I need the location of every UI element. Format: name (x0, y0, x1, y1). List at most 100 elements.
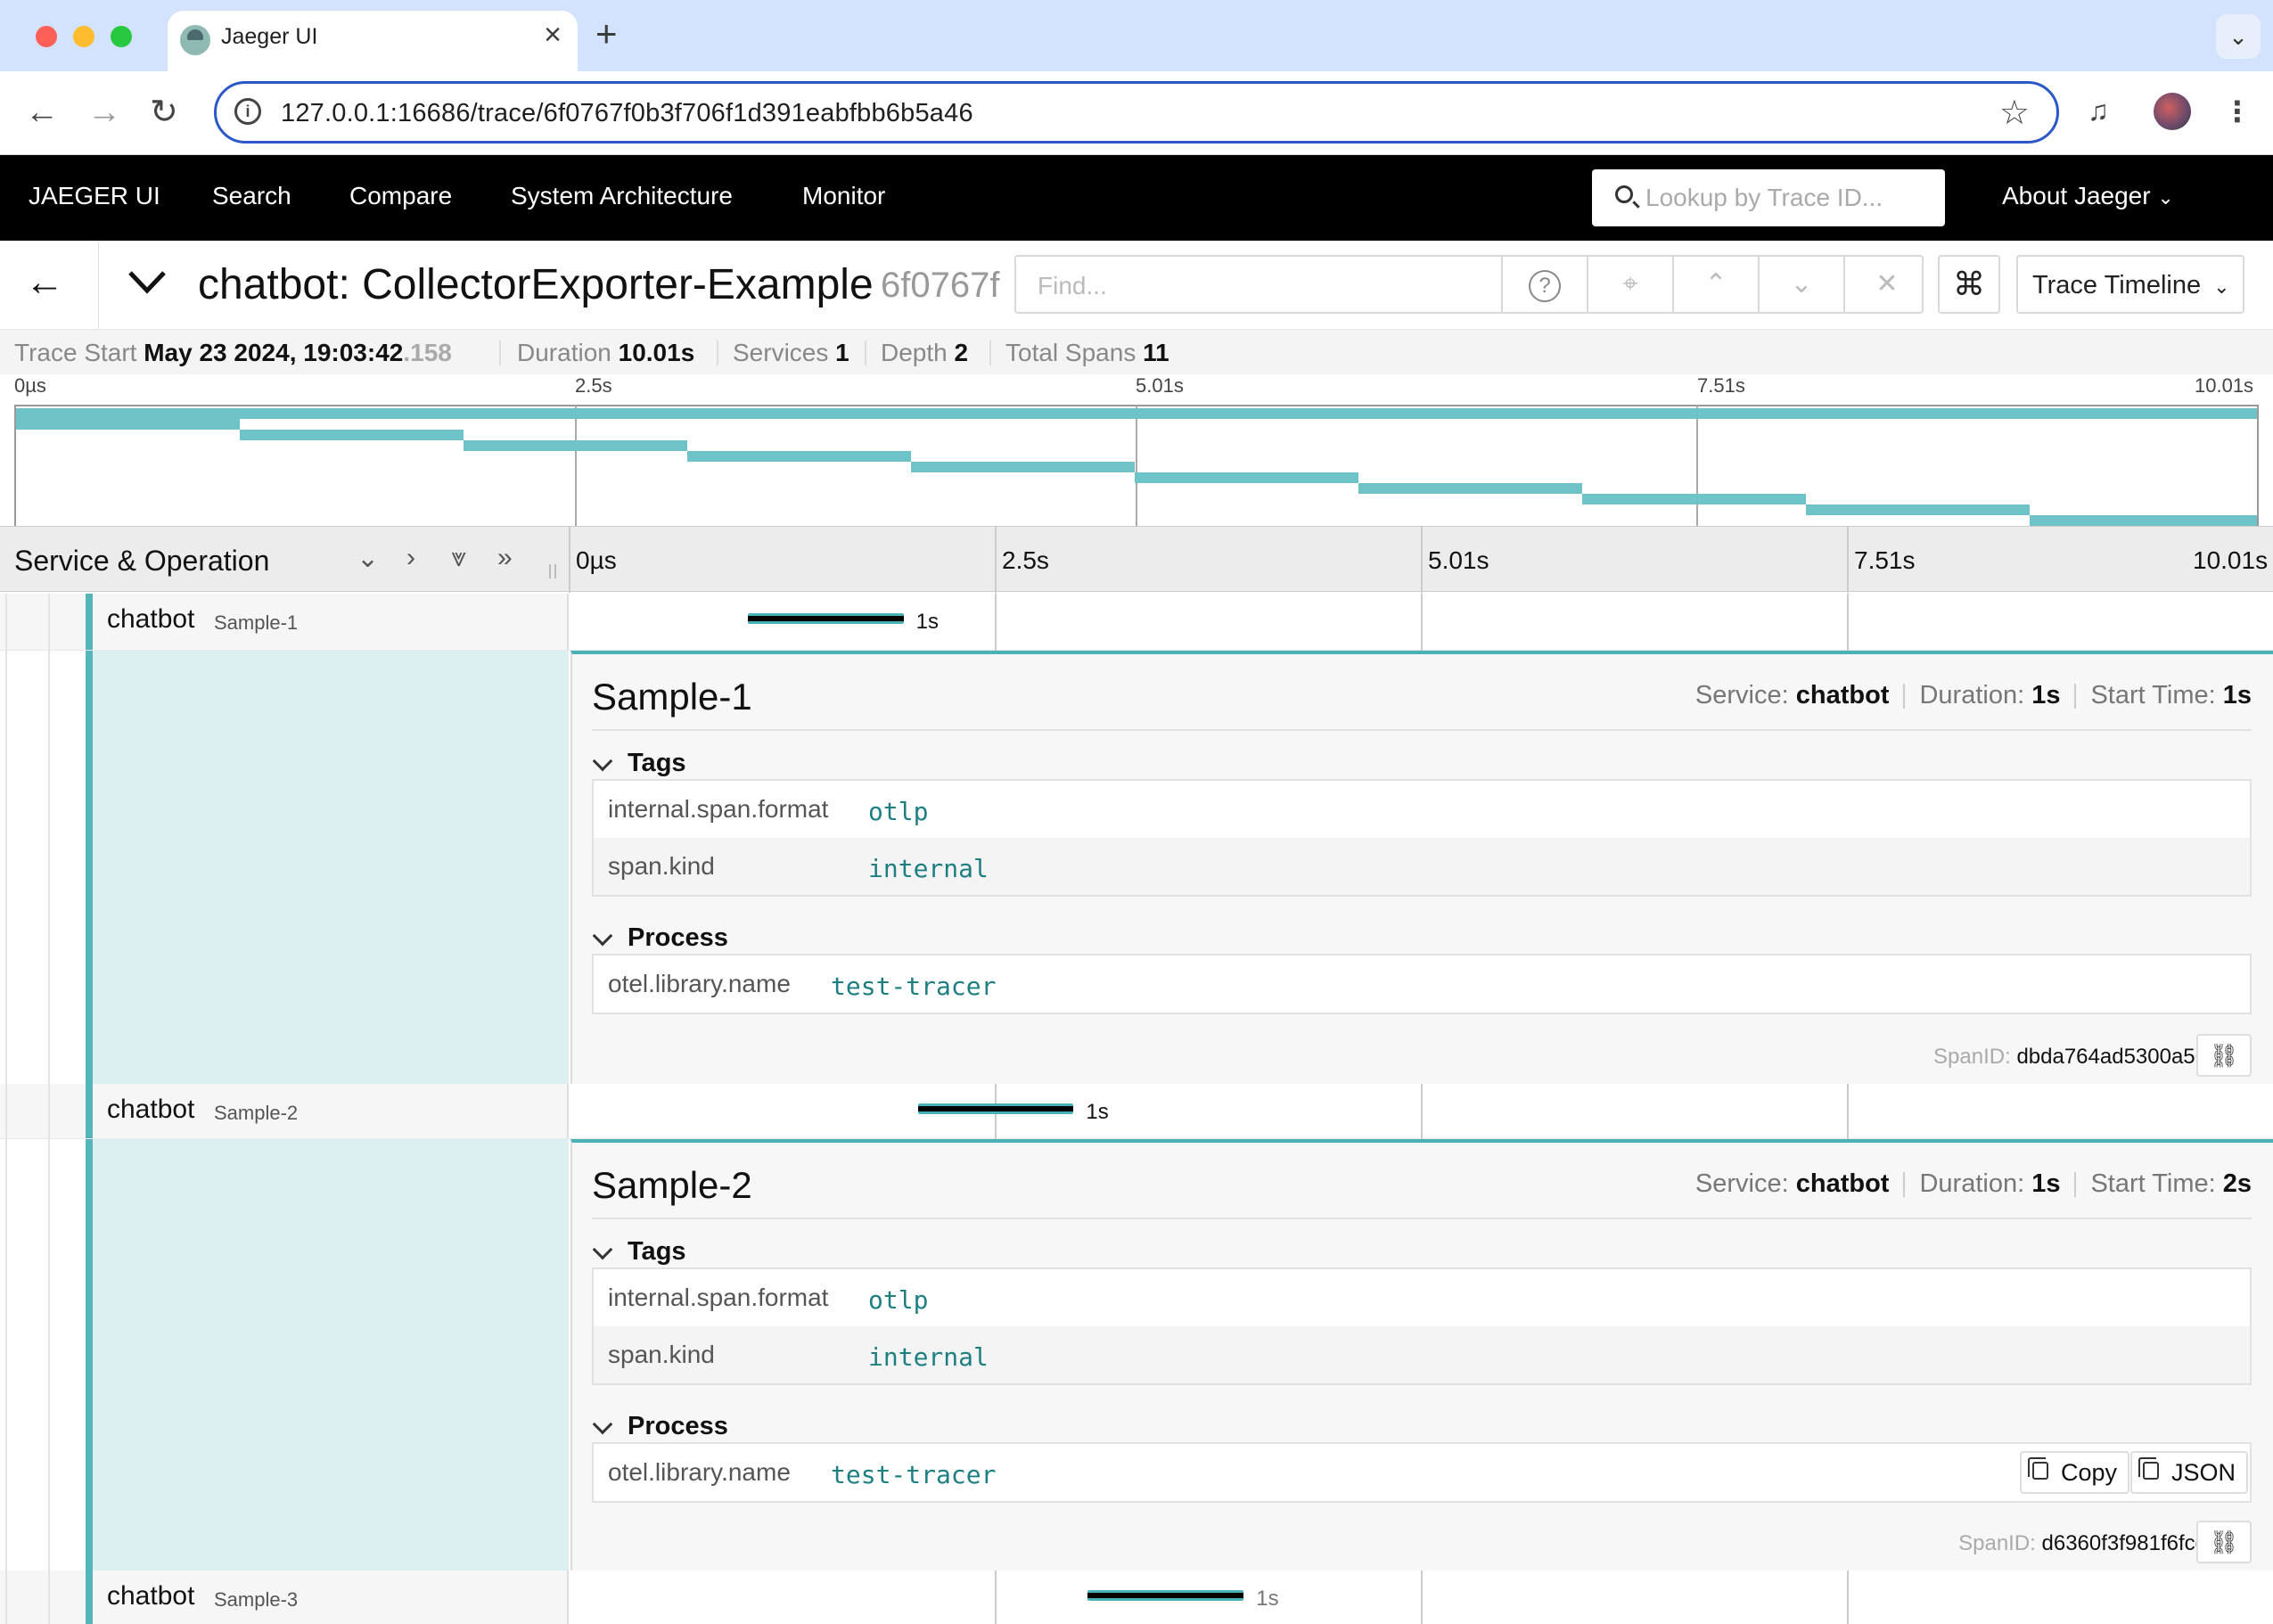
view-mode-label: Trace Timeline (2032, 271, 2202, 299)
duration-meta-value: 1s (2031, 1169, 2061, 1198)
maximize-window-button[interactable] (111, 26, 132, 47)
link-icon[interactable]: ⛓ (2196, 1521, 2252, 1563)
address-bar[interactable]: i 127.0.0.1:16686/trace/6f0767f0b3f706f1… (214, 81, 2059, 144)
tags-section-toggle[interactable]: Tags (592, 1237, 686, 1267)
forward-arrow-icon[interactable]: → (87, 93, 121, 132)
span-detail-meta: Service: chatbot Duration: 1s Start Time: … (1695, 681, 2252, 710)
span-row[interactable]: chatbot Sample-3 1s (0, 1571, 2273, 1624)
about-jaeger-label: About Jaeger (2002, 182, 2151, 209)
clear-search-icon[interactable]: ✕ (1843, 257, 1929, 312)
minimap-span-bar (911, 462, 1135, 472)
about-jaeger-dropdown[interactable]: About Jaeger ⌄ (2002, 182, 2174, 210)
nav-monitor[interactable]: Monitor (802, 182, 885, 210)
span-bar[interactable] (747, 613, 904, 624)
reload-icon[interactable]: ↻ (150, 93, 178, 132)
column-divider (569, 527, 570, 593)
timeline-gridline (995, 594, 997, 651)
chevron-down-icon (592, 751, 613, 772)
chevron-down-icon[interactable] (125, 258, 169, 303)
back-arrow-icon[interactable]: ← (25, 93, 59, 132)
search-icon (1615, 185, 1633, 203)
next-match-icon[interactable]: ⌄ (1758, 257, 1843, 312)
prev-match-icon[interactable]: ⌃ (1672, 257, 1758, 312)
find-placeholder: Find... (1038, 272, 1107, 299)
new-tab-button[interactable]: + (595, 12, 618, 55)
jaeger-brand-link[interactable]: JAEGER UI (29, 182, 160, 210)
nav-search[interactable]: Search (212, 182, 291, 210)
tab-search-chevron-icon[interactable]: ⌄ (2216, 14, 2261, 59)
expand-all-icon[interactable]: » (497, 543, 513, 573)
span-detail-panel: Sample-1 Service: chatbot Duration: 1s Sta… (570, 651, 2273, 1084)
timeline-tick: 2.5s (1002, 546, 1049, 574)
copy-button[interactable]: Copy (2020, 1451, 2130, 1494)
minimap-span-bar (1806, 504, 2030, 515)
jaeger-favicon-icon (180, 25, 210, 55)
timeline-gridline (1847, 1571, 1849, 1624)
trace-id-lookup-input[interactable]: Lookup by Trace ID... (1592, 169, 1945, 226)
tag-row[interactable]: internal.span.format otlp (594, 781, 2250, 838)
process-section-label: Process (628, 923, 728, 952)
span-row[interactable]: chatbot Sample-2 1s (0, 1084, 2273, 1139)
process-row[interactable]: otel.library.name test-tracer (594, 956, 2250, 1013)
process-row[interactable]: otel.library.name test-tracer Copy JSON (594, 1444, 2250, 1501)
tag-row[interactable]: internal.span.format otlp (594, 1269, 2250, 1326)
minimap-gridline (575, 405, 577, 528)
profile-avatar[interactable] (2154, 93, 2191, 130)
nav-system-architecture[interactable]: System Architecture (511, 182, 733, 210)
tag-value: internal (868, 1342, 989, 1372)
locate-icon[interactable]: ⌖ (1587, 257, 1672, 312)
tree-indent-guide (48, 1084, 50, 1138)
nav-compare[interactable]: Compare (349, 182, 452, 210)
tag-key: span.kind (608, 852, 715, 880)
trace-summary-bar: Trace Start May 23 2024, 19:03:42.158 Du… (0, 330, 2273, 374)
services-value: 1 (835, 339, 849, 366)
address-bar-url[interactable]: 127.0.0.1:16686/trace/6f0767f0b3f706f1d3… (281, 99, 973, 128)
expand-one-icon[interactable]: › (406, 543, 415, 573)
span-detail: Sample-1 Service: chatbot Duration: 1s Sta… (0, 651, 2273, 1084)
tree-indent-guide (5, 1139, 7, 1571)
tag-row[interactable]: span.kind internal (594, 1326, 2250, 1383)
view-mode-select[interactable]: Trace Timeline ⌄ (2016, 255, 2244, 314)
tag-value: otlp (868, 1285, 929, 1315)
duration-meta-label: Duration: (1919, 1169, 2025, 1198)
bookmark-star-icon[interactable]: ☆ (1999, 93, 2030, 133)
span-detail-left-fill (86, 1139, 569, 1571)
media-control-icon[interactable]: ♫ (2088, 94, 2109, 127)
process-section-toggle[interactable]: Process (592, 923, 728, 953)
link-icon[interactable]: ⛓ (2196, 1034, 2252, 1077)
back-arrow-icon[interactable]: ← (25, 260, 64, 305)
tags-section-label: Tags (628, 749, 686, 777)
span-duration-label: 1s (1256, 1587, 1279, 1611)
summary-separator (989, 340, 991, 365)
browser-tab[interactable]: Jaeger UI × (168, 11, 578, 71)
tags-table: internal.span.format otlp span.kind inte… (592, 1267, 2252, 1385)
process-section-toggle[interactable]: Process (592, 1412, 728, 1441)
span-service-name: chatbot (107, 604, 195, 634)
help-icon[interactable]: ? (1501, 257, 1587, 312)
column-resize-handle[interactable] (549, 564, 556, 578)
collapse-one-icon[interactable]: ⌄ (357, 543, 379, 574)
span-service-name: chatbot (107, 1581, 195, 1611)
site-info-icon[interactable]: i (234, 98, 261, 125)
trace-start-value: May 23 2024, 19:03:42 (144, 339, 404, 366)
span-row[interactable]: chatbot Sample-1 1s (0, 594, 2273, 651)
minimize-window-button[interactable] (73, 26, 94, 47)
close-window-button[interactable] (36, 26, 57, 47)
tags-section-toggle[interactable]: Tags (592, 749, 686, 778)
depth-summary: Depth 2 (881, 339, 968, 367)
span-bar[interactable] (1087, 1590, 1244, 1601)
find-input[interactable]: Find... ? ⌖ ⌃ ⌄ ✕ (1014, 255, 1924, 314)
service-color-bar (86, 594, 93, 650)
browser-menu-icon[interactable]: ⋮ (2223, 94, 2252, 128)
tag-row[interactable]: span.kind internal (594, 838, 2250, 895)
service-color-bar (86, 1571, 93, 1624)
timeline-tick: 10.01s (2193, 546, 2269, 574)
copy-json-button[interactable]: JSON (2130, 1451, 2249, 1494)
collapse-all-icon[interactable]: ⩔ (451, 543, 466, 573)
span-bar[interactable] (917, 1103, 1074, 1114)
tree-indent-guide (48, 1571, 50, 1624)
close-tab-icon[interactable]: × (544, 18, 562, 53)
keyboard-shortcuts-icon[interactable]: ⌘ (1938, 255, 2000, 314)
tree-indent-guide (48, 651, 50, 1084)
trace-minimap[interactable]: 0µs 2.5s 5.01s 7.51s 10.01s (0, 374, 2273, 528)
